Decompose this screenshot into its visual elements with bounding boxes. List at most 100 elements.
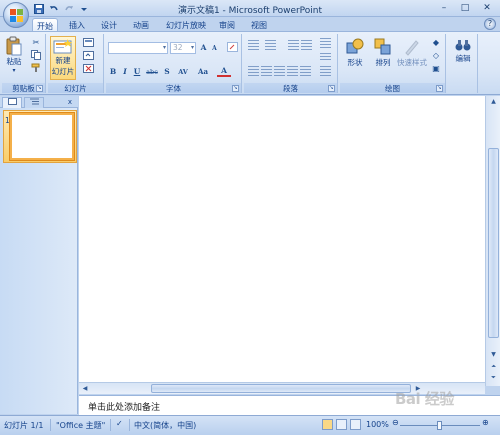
title-bar: 演示文稿1 - Microsoft PowerPoint – □ ✕ <box>0 0 500 17</box>
shape-effects-icon[interactable]: ▣ <box>430 63 442 73</box>
maximize-button[interactable]: □ <box>455 1 475 15</box>
bullets-icon[interactable] <box>248 40 259 50</box>
slides-tab[interactable] <box>2 97 22 108</box>
ribbon-tabs: 开始 插入 设计 动画 幻灯片放映 审阅 视图 <box>0 17 500 32</box>
font-group-label: 字体 <box>106 83 241 93</box>
bold-button[interactable]: B <box>108 66 118 77</box>
previous-slide-icon[interactable]: ⏶ <box>488 362 499 372</box>
font-launcher[interactable]: ↘ <box>232 85 239 92</box>
delete-slide-icon[interactable] <box>82 63 94 73</box>
align-text-icon[interactable] <box>320 53 331 62</box>
columns-icon[interactable] <box>300 66 311 76</box>
text-direction-icon[interactable] <box>320 38 331 50</box>
editing-group: 编辑 <box>448 34 478 93</box>
increase-indent-icon[interactable] <box>301 40 312 50</box>
smartart-icon[interactable] <box>320 66 331 76</box>
office-logo-icon <box>10 9 23 22</box>
theme-name: "Office 主题" <box>56 421 106 430</box>
window-title: 演示文稿1 - Microsoft PowerPoint <box>177 6 323 16</box>
strikethrough-button[interactable]: abc <box>145 66 159 77</box>
char-spacing-button[interactable]: AV <box>175 66 191 77</box>
next-slide-icon[interactable]: ⏷ <box>488 373 499 383</box>
slideshow-view-icon[interactable] <box>350 419 361 430</box>
numbering-icon[interactable] <box>265 40 276 50</box>
language-indicator[interactable]: 中文(简体，中国) <box>134 420 196 431</box>
slide-counter: 幻灯片 1/1 <box>4 421 44 430</box>
clear-format-icon[interactable] <box>226 42 238 52</box>
tab-review[interactable]: 审阅 <box>216 18 238 32</box>
horizontal-scroll-thumb[interactable] <box>151 384 411 393</box>
paste-label: 粘贴 <box>6 57 22 66</box>
new-slide-label-2: 幻灯片 <box>51 67 75 76</box>
format-painter-icon[interactable] <box>30 63 42 73</box>
justify-icon[interactable] <box>287 66 298 76</box>
font-color-button[interactable]: A <box>217 66 231 77</box>
new-slide-icon <box>53 39 72 54</box>
zoom-slider-knob[interactable] <box>437 421 442 430</box>
quick-styles-button[interactable]: 快速样式 <box>396 37 428 68</box>
clipboard-launcher[interactable]: ↘ <box>36 85 43 92</box>
align-center-icon[interactable] <box>261 66 272 76</box>
notes-placeholder: 单击此处添加备注 <box>88 403 161 413</box>
panel-close-button[interactable]: x <box>65 97 75 108</box>
tab-insert[interactable]: 插入 <box>66 18 88 32</box>
shape-fill-icon[interactable]: ◆ <box>430 37 442 47</box>
quick-styles-label: 快速样式 <box>397 58 427 67</box>
slide-sorter-view-icon[interactable] <box>336 419 347 430</box>
spell-check-icon[interactable]: ✓ <box>116 419 123 428</box>
arrange-button[interactable]: 排列 <box>370 37 396 68</box>
zoom-in-icon[interactable]: ⊕ <box>482 418 489 427</box>
scroll-down-icon[interactable]: ▼ <box>488 350 499 360</box>
decrease-indent-icon[interactable] <box>288 40 299 50</box>
help-icon[interactable]: ? <box>484 18 496 30</box>
cut-icon[interactable]: ✂ <box>30 37 42 47</box>
clipboard-icon <box>6 36 22 56</box>
tab-animations[interactable]: 动画 <box>130 18 152 32</box>
normal-view-icon[interactable] <box>322 419 333 430</box>
italic-button[interactable]: I <box>120 66 130 77</box>
slide-thumbnail[interactable] <box>9 112 75 161</box>
arrange-icon <box>374 38 391 55</box>
slide-canvas[interactable] <box>79 96 485 382</box>
paragraph-launcher[interactable]: ↘ <box>328 85 335 92</box>
outline-tab[interactable] <box>24 97 44 108</box>
vertical-scroll-thumb[interactable] <box>488 148 499 338</box>
font-size-combo[interactable]: 32 ▾ <box>170 42 196 54</box>
font-name-combo[interactable]: ▾ <box>108 42 168 54</box>
align-right-icon[interactable] <box>274 66 285 76</box>
tab-view[interactable]: 视图 <box>248 18 270 32</box>
shape-outline-icon[interactable]: ◇ <box>430 50 442 60</box>
tab-home[interactable]: 开始 <box>32 18 58 32</box>
drawing-group: 形状 排列 快速样式 ◆ ◇ ▣ 绘图 ↘ <box>340 34 446 93</box>
new-slide-button[interactable]: 新建 幻灯片 <box>50 36 76 80</box>
zoom-out-icon[interactable]: ⊖ <box>392 418 399 427</box>
clipboard-group: 粘贴 ▾ ✂ 剪贴板 ↘ <box>2 34 46 93</box>
status-bar: 幻灯片 1/1 "Office 主题" ✓ 中文(简体，中国) 100% ⊖ ⊕ <box>0 415 500 435</box>
grow-font-button[interactable]: A <box>198 42 209 53</box>
drawing-launcher[interactable]: ↘ <box>436 85 443 92</box>
reset-icon[interactable] <box>82 50 94 60</box>
change-case-button[interactable]: Aa <box>195 66 211 77</box>
layout-icon[interactable] <box>82 37 94 47</box>
shapes-icon <box>346 38 364 54</box>
underline-button[interactable]: U <box>132 66 142 77</box>
tab-design[interactable]: 设计 <box>98 18 120 32</box>
shadow-button[interactable]: S <box>162 66 172 77</box>
close-button[interactable]: ✕ <box>476 1 498 15</box>
align-left-icon[interactable] <box>248 66 259 76</box>
vertical-scrollbar[interactable]: ▲ ▼ ⏶ ⏷ <box>485 96 500 386</box>
paste-button[interactable]: 粘贴 ▾ <box>4 36 24 74</box>
copy-icon[interactable] <box>30 50 42 60</box>
tab-slideshow[interactable]: 幻灯片放映 <box>164 18 208 32</box>
scroll-up-icon[interactable]: ▲ <box>488 97 499 107</box>
minimize-button[interactable]: – <box>434 1 454 15</box>
scroll-left-icon[interactable]: ◀ <box>80 384 90 393</box>
office-button[interactable] <box>3 2 29 28</box>
paragraph-group-label: 段落 <box>244 83 337 93</box>
quick-styles-icon <box>405 40 419 56</box>
shapes-button[interactable]: 形状 <box>342 37 368 68</box>
slides-group: 新建 幻灯片 幻灯片 <box>48 34 104 93</box>
editing-button[interactable]: 编辑 <box>451 37 475 64</box>
shrink-font-button[interactable]: A <box>210 43 219 54</box>
zoom-level[interactable]: 100% <box>366 420 389 429</box>
